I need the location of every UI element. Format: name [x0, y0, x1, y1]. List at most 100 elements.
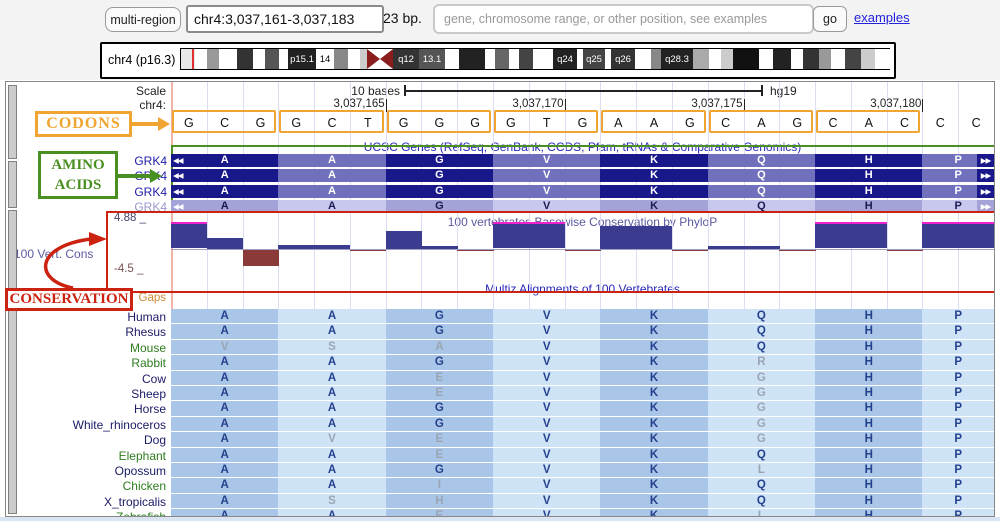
alignment-aa-cell[interactable]: R [708, 355, 815, 369]
ideogram-band[interactable] [845, 49, 861, 69]
ideogram-band-q24[interactable]: q24 [553, 49, 577, 69]
species-label-Human[interactable]: Human [6, 310, 166, 324]
alignment-aa-cell[interactable]: H [815, 509, 922, 517]
alignment-aa-cell[interactable]: G [386, 417, 493, 431]
gene-aa-cell[interactable]: Q [708, 154, 815, 167]
alignment-aa-cell[interactable]: P [922, 401, 994, 415]
alignment-aa-cell[interactable]: G [386, 324, 493, 338]
gene-aa-cell[interactable]: H [815, 169, 922, 182]
alignment-aa-cell[interactable]: K [600, 309, 707, 323]
alignment-aa-cell[interactable]: V [493, 386, 600, 400]
alignment-aa-cell[interactable]: L [708, 509, 815, 517]
alignment-aa-cell[interactable]: V [493, 448, 600, 462]
alignment-aa-cell[interactable]: A [171, 494, 278, 508]
species-label-Sheep[interactable]: Sheep [6, 387, 166, 401]
ideogram-band-q25[interactable]: q25 [583, 49, 605, 69]
gene-aa-cell[interactable]: A [278, 169, 385, 182]
alignment-aa-cell[interactable]: V [493, 340, 600, 354]
alignment-aa-cell[interactable]: Q [708, 340, 815, 354]
alignment-aa-cell[interactable]: V [171, 340, 278, 354]
alignment-aa-cell[interactable]: A [278, 386, 385, 400]
alignment-aa-cell[interactable]: E [386, 448, 493, 462]
ideogram-band-13.1[interactable]: 13.1 [419, 49, 445, 69]
ideogram-band[interactable] [265, 49, 279, 69]
alignment-aa-cell[interactable]: A [278, 401, 385, 415]
alignment-aa-cell[interactable]: Q [708, 494, 815, 508]
alignment-aa-cell[interactable]: V [493, 355, 600, 369]
alignment-aa-cell[interactable]: K [600, 448, 707, 462]
ideogram-band-q12[interactable]: q12 [393, 49, 419, 69]
gene-aa-cell[interactable]: A [278, 154, 385, 167]
alignment-aa-cell[interactable]: K [600, 371, 707, 385]
alignment-aa-cell[interactable]: A [171, 355, 278, 369]
alignment-aa-cell[interactable]: H [815, 340, 922, 354]
ideogram-band[interactable] [237, 49, 253, 69]
gene-aa-cell[interactable]: K [600, 185, 707, 198]
search-input[interactable]: gene, chromosome range, or other positio… [433, 4, 814, 34]
alignment-aa-cell[interactable]: P [922, 371, 994, 385]
alignment-aa-cell[interactable]: H [815, 355, 922, 369]
alignment-aa-cell[interactable]: A [171, 324, 278, 338]
ideogram-band[interactable] [875, 49, 891, 69]
gene-aa-cell[interactable]: V [493, 185, 600, 198]
alignment-aa-cell[interactable]: H [815, 417, 922, 431]
ideogram-band[interactable] [693, 49, 709, 69]
track-drag-handle[interactable] [8, 85, 17, 159]
alignment-aa-cell[interactable]: V [278, 432, 385, 446]
ideogram-band[interactable] [759, 49, 773, 69]
alignment-aa-cell[interactable]: V [493, 309, 600, 323]
alignment-aa-cell[interactable]: A [278, 463, 385, 477]
ideogram-band[interactable] [819, 49, 831, 69]
ideogram-band-14[interactable]: 14 [316, 49, 334, 69]
ideogram-band[interactable] [279, 49, 288, 69]
ideogram-band-p15.1[interactable]: p15.1 [288, 49, 316, 69]
ideogram-band[interactable] [721, 49, 733, 69]
alignment-aa-cell[interactable]: V [493, 417, 600, 431]
ideogram-band[interactable] [495, 49, 509, 69]
alignment-aa-cell[interactable]: G [386, 401, 493, 415]
alignment-aa-cell[interactable]: Q [708, 448, 815, 462]
species-label-Zebrafish[interactable]: Zebrafish [6, 510, 166, 517]
alignment-aa-cell[interactable]: Q [708, 324, 815, 338]
alignment-aa-cell[interactable]: H [815, 448, 922, 462]
alignment-aa-cell[interactable]: A [278, 448, 385, 462]
alignment-aa-cell[interactable]: H [815, 309, 922, 323]
alignment-aa-cell[interactable]: G [386, 309, 493, 323]
gene-aa-cell[interactable]: G [386, 154, 493, 167]
ideogram-band[interactable] [253, 49, 265, 69]
gene-aa-cell[interactable]: A [278, 185, 385, 198]
species-label-X_tropicalis[interactable]: X_tropicalis [6, 495, 166, 509]
alignment-aa-cell[interactable]: S [278, 494, 385, 508]
alignment-aa-cell[interactable]: V [493, 494, 600, 508]
ideogram-band[interactable] [733, 49, 759, 69]
alignment-aa-cell[interactable]: K [600, 478, 707, 492]
position-input[interactable]: chr4:3,037,161-3,037,183 [186, 5, 384, 33]
alignment-aa-cell[interactable]: G [386, 463, 493, 477]
ideogram-band[interactable] [485, 49, 495, 69]
alignment-aa-cell[interactable]: H [815, 494, 922, 508]
multi-region-button[interactable]: multi-region [105, 7, 181, 32]
examples-link[interactable]: examples [854, 10, 910, 25]
alignment-aa-cell[interactable]: A [278, 355, 385, 369]
alignment-aa-cell[interactable]: P [922, 494, 994, 508]
ideogram-band[interactable] [651, 49, 661, 69]
alignment-aa-cell[interactable]: A [278, 371, 385, 385]
alignment-aa-cell[interactable]: A [171, 448, 278, 462]
species-label-Opossum[interactable]: Opossum [6, 464, 166, 478]
alignment-aa-cell[interactable]: E [386, 432, 493, 446]
alignment-aa-cell[interactable]: E [386, 371, 493, 385]
ideogram-band[interactable] [334, 49, 348, 69]
alignment-aa-cell[interactable]: P [922, 386, 994, 400]
gene-aa-cell[interactable]: Q [708, 169, 815, 182]
alignment-aa-cell[interactable]: G [708, 371, 815, 385]
species-label-Cow[interactable]: Cow [6, 372, 166, 386]
species-label-Rabbit[interactable]: Rabbit [6, 356, 166, 370]
alignment-aa-cell[interactable]: P [922, 309, 994, 323]
species-label-Chicken[interactable]: Chicken [6, 479, 166, 493]
alignment-aa-cell[interactable]: K [600, 386, 707, 400]
alignment-aa-cell[interactable]: A [278, 417, 385, 431]
alignment-aa-cell[interactable]: A [171, 371, 278, 385]
alignment-aa-cell[interactable]: G [708, 401, 815, 415]
ideogram-band[interactable] [831, 49, 845, 69]
alignment-aa-cell[interactable]: K [600, 401, 707, 415]
